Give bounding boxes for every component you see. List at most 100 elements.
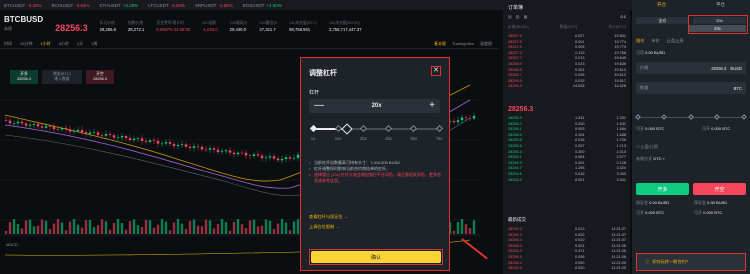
candle-body [204, 149, 208, 151]
tpsl-checkbox[interactable]: ☐ 止盈/止损 [636, 144, 658, 150]
view-basic[interactable]: 基本版 [434, 41, 446, 47]
slider-handle[interactable] [341, 122, 353, 135]
slider-mark[interactable] [410, 124, 418, 133]
svg-text:MACD: MACD [6, 242, 18, 247]
candle-body [152, 140, 156, 141]
volume-bar [244, 228, 248, 234]
leverage-slider[interactable]: 1x 15x 30x 45x 60x 75x [309, 122, 443, 142]
candle-body [28, 124, 32, 126]
volume-bar [24, 220, 28, 234]
confirm-button[interactable]: 确认 [311, 251, 441, 263]
interval-1w[interactable]: 1周 [91, 41, 97, 47]
interval-1d[interactable]: 1天 [77, 41, 83, 47]
tab-open[interactable]: 开仓 [657, 2, 666, 11]
candle-body [156, 140, 160, 144]
leverage-value[interactable]: 20x [372, 103, 382, 109]
quantity-input[interactable]: 数量 BTC [636, 82, 746, 94]
book-bids-icon[interactable]: ▥ [516, 14, 520, 19]
candle-body [48, 126, 52, 127]
close-icon[interactable]: ✕ [431, 66, 441, 76]
slider-tick-label: 1x [310, 136, 316, 141]
slider-mark[interactable] [309, 124, 317, 133]
price-input[interactable]: 价格 28256.3 BUSD [636, 62, 746, 74]
buy-long-button[interactable]: 开多 [636, 183, 689, 195]
ticker-item[interactable]: LTCUSDT -3.34% [148, 3, 185, 8]
candle-body [40, 126, 44, 128]
volume-bar [160, 219, 164, 234]
interval-15m[interactable]: 15分钟 [20, 41, 32, 47]
increase-button[interactable]: + [429, 101, 435, 111]
volume-bar [72, 219, 76, 234]
available-balance: 可用 0.00 BUSD [636, 50, 666, 55]
price-step-select[interactable]: 0.1 [620, 14, 626, 19]
interval-1h[interactable]: 1小时 [40, 41, 50, 47]
trading-screen: BTCUSDT -3.32% BCHUSDT -3.64% ETHUSDT +4.26… [0, 0, 750, 274]
symbol-block[interactable]: BTCBUSD 永续 [4, 15, 43, 32]
orderbook-title: 订单簿 [508, 5, 524, 11]
ticker-item[interactable]: BTCUSDT -3.32% [4, 3, 42, 8]
candle-body [100, 135, 104, 136]
candle-body [112, 135, 116, 138]
ticker-item[interactable]: XRPUSDT -1.80% [195, 3, 233, 8]
ticker-item[interactable]: BCHUSDT -3.64% [52, 3, 90, 8]
tab-market[interactable]: 市价 [651, 38, 659, 44]
trades-title[interactable]: 最新成交 [508, 217, 526, 223]
volume-bar [472, 220, 476, 234]
mini-sell-button[interactable]: 开空 28256.3 [86, 70, 114, 84]
chart-toolbar: 时间 15分钟 1小时 4小时 1天 1周 基本版 TradingView 深度… [0, 40, 498, 49]
volume-bar [28, 219, 32, 234]
decrease-button[interactable]: — [314, 101, 324, 111]
volume-bar [116, 219, 120, 234]
tab-close[interactable]: 平仓 [716, 2, 725, 11]
stat-24h-change: 24h涨跌 -1,034.0 [202, 21, 218, 32]
volume-bar [452, 230, 456, 234]
volume-bar [136, 225, 140, 234]
trade-row[interactable]: 28256.3 0.020 11:21:05 [508, 266, 626, 272]
candle-body [252, 154, 256, 157]
candle-body [36, 123, 40, 127]
tab-stop[interactable]: 止盈止损 [667, 38, 684, 44]
book-both-icon[interactable]: ▤ [508, 14, 512, 19]
position-limit-link[interactable]: 上调仓位限制 → [309, 224, 339, 230]
view-tradingview[interactable]: TradingView [452, 41, 474, 47]
stat-24h-high: 24h最高价 29,430.0 [229, 21, 248, 32]
mini-buy-button[interactable]: 开多 28256.4 [10, 70, 38, 84]
leverage-button[interactable]: 20x [689, 25, 746, 32]
candle-body [180, 144, 184, 145]
bid-row[interactable]: 28254.3 0.001 3.341 [508, 178, 626, 184]
candle-body [236, 152, 240, 155]
leverage-stepper[interactable]: — 20x + [309, 99, 440, 113]
candle-body [168, 142, 172, 144]
slider-mark[interactable] [385, 124, 393, 133]
interval-4h[interactable]: 4小时 [59, 41, 69, 47]
volume-bar [140, 227, 144, 234]
quantity-slider[interactable] [635, 114, 747, 120]
ticker-item[interactable]: EOSUSDT +4.50% [243, 3, 282, 8]
interval-time[interactable]: 时间 [4, 41, 12, 47]
candle-body [96, 132, 100, 136]
symbol-name: BTCBUSD [4, 15, 44, 24]
book-asks-icon[interactable]: ▦ [524, 14, 528, 19]
candle-body [52, 126, 56, 130]
volume-bar [256, 226, 260, 234]
view-depth[interactable]: 深度图 [480, 41, 492, 47]
volume-bar [456, 221, 460, 234]
candle-body [148, 140, 152, 142]
sell-short-button[interactable]: 开空 [693, 183, 746, 195]
orderbook-header: 价格(BUSD) 数量(BTC) 合计(BTC) [508, 25, 626, 29]
ask-row[interactable]: 28256.4 14.528 14.528 [508, 84, 626, 90]
volume-bar [240, 224, 244, 234]
volume-bar [268, 220, 272, 234]
mini-qty-input[interactable]: 数量(BTC) 输入数量 [42, 70, 82, 84]
volume-bar [156, 224, 160, 234]
time-in-force-select[interactable]: 有效方式 GTC ▾ [636, 156, 665, 162]
buy-max: 可开 0.000 BTC [636, 210, 665, 215]
ticker-item[interactable]: ETHUSDT +4.26% [100, 3, 139, 8]
leverage-margin-link[interactable]: 查看杠杆与保证金 → [309, 214, 348, 220]
slider-mark[interactable] [359, 124, 367, 133]
margin-mode-button[interactable]: 全仓 [636, 17, 689, 24]
order-type-tabs: 限价 市价 止盈止损 [636, 38, 684, 44]
slider-mark[interactable] [435, 124, 443, 133]
tab-limit[interactable]: 限价 [636, 38, 644, 44]
promo-banner[interactable]: ⓘ 如何玩转一期合约? [636, 253, 746, 271]
